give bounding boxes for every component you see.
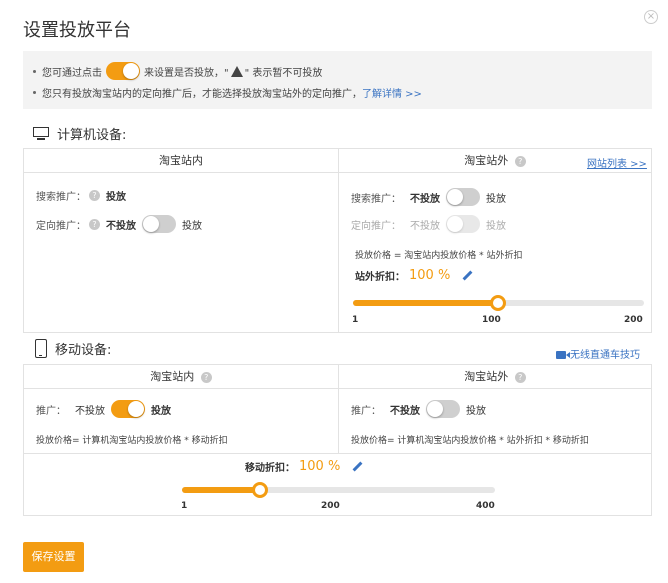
discount-label: 站外折扣： — [355, 272, 405, 283]
search-promo-label: 搜索推广： — [351, 193, 401, 205]
phone-icon — [35, 339, 47, 358]
on-label: 投放 — [151, 405, 171, 417]
off-label: 不投放 — [410, 220, 440, 232]
target-promo-label: 定向推广： — [36, 220, 86, 232]
discount-value: 100 % — [409, 268, 451, 283]
mobile-inside-formula: 投放价格= 计算机淘宝站内投放价格 * 移动折扣 — [36, 436, 228, 446]
pc-outside-formula: 投放价格 = 淘宝站内投放价格 * 站外折扣 — [355, 251, 523, 261]
pc-title-label: 计算机设备: — [57, 128, 127, 143]
pc-inside-title: 淘宝站内 — [159, 154, 203, 167]
monitor-icon — [33, 127, 49, 140]
column-divider — [338, 149, 339, 332]
notice-text: " 表示暂不可投放 — [244, 67, 323, 79]
notice-line-1: 您可通过点击 来设置是否投放，" " 表示暂不可投放 — [33, 62, 322, 80]
help-icon[interactable]: ? — [89, 190, 100, 201]
slider-tick-max: 200 — [624, 315, 643, 325]
mobile-outside-formula: 投放价格= 计算机淘宝站内投放价格 * 站外折扣 * 移动折扣 — [351, 436, 589, 446]
edit-pencil-icon[interactable] — [462, 270, 473, 281]
video-icon — [556, 351, 570, 359]
pc-outside-search-row: 搜索推广： 不投放 投放 — [351, 188, 506, 206]
mobile-discount-slider[interactable] — [182, 482, 495, 498]
pc-settings-box: 淘宝站内 淘宝站外 ? 网站列表 >> 搜索推广： ? 投放 定向推广： ? 不… — [23, 148, 652, 333]
pc-outside-target-toggle — [446, 215, 480, 233]
mobile-outside-row: 推广： 不投放 投放 — [351, 400, 486, 418]
close-icon[interactable]: × — [644, 10, 658, 24]
discount-value: 100 % — [299, 459, 341, 474]
slider-handle[interactable] — [251, 482, 268, 498]
slider-tick-min: 1 — [352, 315, 359, 325]
pc-outside-target-row: 定向推广： 不投放 投放 — [351, 215, 506, 233]
mobile-discount: 移动折扣： 100 % — [245, 459, 363, 474]
search-promo-label: 搜索推广： — [36, 192, 86, 203]
promo-label: 推广： — [351, 405, 381, 417]
pc-outside-title: 淘宝站外 — [464, 154, 509, 167]
notice-text: 您只有投放淘宝站内的定向推广后，才能选择投放淘宝站外的定向推广， — [42, 89, 362, 100]
slider-tick-mid: 200 — [321, 501, 340, 511]
mobile-settings-box: 淘宝站内 ? 淘宝站外 ? 推广： 不投放 投放 推广： 不投放 投放 投放价格… — [23, 364, 652, 516]
off-label: 不投放 — [106, 220, 136, 232]
edit-pencil-icon[interactable] — [352, 461, 363, 472]
mobile-inside-header: 淘宝站内 ? — [24, 365, 338, 389]
pc-inside-header: 淘宝站内 — [24, 149, 338, 173]
warning-icon — [230, 65, 243, 77]
notice-line-2: 您只有投放淘宝站内的定向推广后，才能选择投放淘宝站外的定向推广， 了解详情 >> — [33, 85, 422, 100]
off-label: 不投放 — [410, 193, 440, 205]
slider-fill — [182, 487, 260, 493]
pc-outside-discount: 站外折扣： 100 % — [355, 268, 473, 283]
learn-more-link[interactable]: 了解详情 >> — [362, 85, 422, 100]
pc-section-title: 计算机设备: — [33, 124, 126, 143]
pc-inside-search-row: 搜索推广： ? 投放 — [36, 188, 132, 203]
promo-label: 推广： — [36, 405, 66, 417]
sample-toggle-icon — [106, 62, 140, 80]
on-label: 投放 — [486, 220, 506, 232]
help-icon[interactable]: ? — [514, 371, 526, 383]
help-icon[interactable]: ? — [200, 371, 212, 383]
mobile-outside-toggle[interactable] — [426, 400, 460, 418]
slider-fill — [353, 300, 498, 306]
mobile-title-label: 移动设备: — [55, 343, 112, 358]
wireless-tips-link[interactable]: 无线直通车技巧 — [556, 346, 640, 361]
pc-outside-discount-slider[interactable] — [353, 295, 644, 311]
on-label: 投放 — [466, 405, 486, 417]
slider-tick-mid: 100 — [482, 315, 501, 325]
slider-handle[interactable] — [489, 295, 506, 311]
mobile-inside-title: 淘宝站内 — [150, 370, 195, 383]
notice-text: 您可通过点击 — [42, 67, 102, 79]
dialog-title: 设置投放平台 — [23, 20, 131, 41]
target-promo-label: 定向推广： — [351, 220, 401, 232]
bullet-icon — [33, 91, 36, 94]
off-label: 不投放 — [390, 405, 420, 417]
off-label: 不投放 — [75, 405, 105, 417]
mobile-section-title: 移动设备: — [35, 339, 111, 358]
bullet-icon — [33, 69, 36, 73]
notice-box: 您可通过点击 来设置是否投放，" " 表示暂不可投放 您只有投放淘宝站内的定向推… — [23, 51, 652, 109]
save-button[interactable]: 保存设置 — [23, 542, 84, 572]
mobile-outside-title: 淘宝站外 — [464, 370, 509, 383]
row-divider — [24, 453, 651, 454]
slider-tick-max: 400 — [476, 501, 495, 511]
pc-inside-target-toggle[interactable] — [142, 215, 176, 233]
slider-tick-min: 1 — [181, 501, 188, 511]
help-icon[interactable]: ? — [514, 155, 526, 167]
discount-label: 移动折扣： — [245, 463, 295, 474]
search-promo-value: 投放 — [106, 192, 126, 203]
wireless-tips-label[interactable]: 无线直通车技巧 — [570, 350, 640, 361]
on-label: 投放 — [486, 193, 506, 205]
help-icon[interactable]: ? — [89, 218, 100, 230]
pc-inside-target-row: 定向推广： ? 不投放 投放 — [36, 215, 202, 233]
mobile-inside-toggle[interactable] — [111, 400, 145, 418]
notice-text: 来设置是否投放，" — [144, 67, 229, 79]
on-label: 投放 — [182, 220, 202, 232]
pc-outside-search-toggle[interactable] — [446, 188, 480, 206]
site-list-link[interactable]: 网站列表 >> — [587, 155, 647, 170]
mobile-outside-header: 淘宝站外 ? — [339, 365, 651, 389]
mobile-inside-row: 推广： 不投放 投放 — [36, 400, 171, 418]
